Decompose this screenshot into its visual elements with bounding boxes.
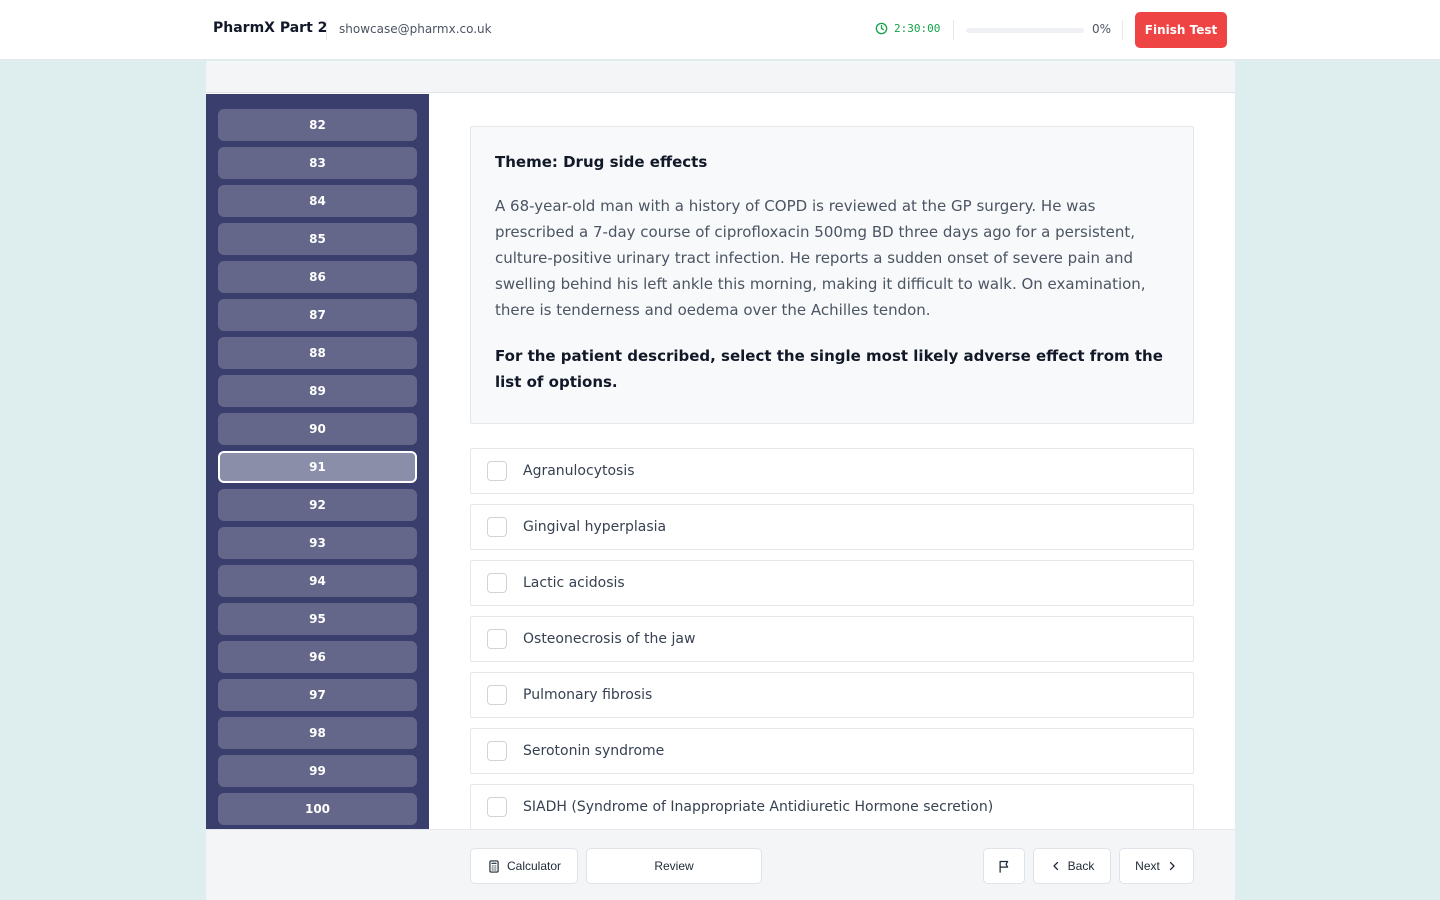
progress-text: 0% (1092, 22, 1112, 36)
frame-top-strip (206, 61, 1235, 93)
progress-bar (966, 28, 1084, 33)
answer-checkbox[interactable] (487, 741, 507, 761)
answer-option-label: Pulmonary fibrosis (523, 687, 653, 703)
question-nav-button[interactable]: 92 (218, 489, 417, 521)
answer-option[interactable]: Pulmonary fibrosis (470, 672, 1194, 718)
flag-icon (997, 859, 1012, 874)
review-button[interactable]: Review (586, 848, 762, 884)
question-stem: A 68-year-old man with a history of COPD… (495, 197, 1146, 319)
question-nav-button[interactable]: 93 (218, 527, 417, 559)
answer-option[interactable]: SIADH (Syndrome of Inappropriate Antidiu… (470, 784, 1194, 829)
question-nav-button[interactable]: 90 (218, 413, 417, 445)
question-nav-button[interactable]: 83 (218, 147, 417, 179)
header-divider (326, 20, 327, 40)
question-nav-button[interactable]: 89 (218, 375, 417, 407)
calculator-icon (487, 859, 501, 874)
user-email: showcase@pharmx.co.uk (339, 22, 492, 36)
question-nav-button[interactable]: 96 (218, 641, 417, 673)
next-label: Next (1135, 859, 1160, 873)
question-nav-button-current[interactable]: 91 (218, 451, 417, 483)
back-button[interactable]: Back (1033, 848, 1111, 884)
top-bar: PharmX Part 2 showcase@pharmx.co.uk 2:30… (0, 0, 1440, 60)
question-instruction: For the patient described, select the si… (495, 347, 1163, 391)
review-label: Review (654, 859, 694, 873)
answer-option-label: Lactic acidosis (523, 575, 625, 591)
question-card: Theme: Drug side effects A 68-year-old m… (470, 126, 1194, 424)
answer-checkbox[interactable] (487, 797, 507, 817)
next-button[interactable]: Next (1119, 848, 1194, 884)
answer-option[interactable]: Agranulocytosis (470, 448, 1194, 494)
question-nav-button[interactable]: 88 (218, 337, 417, 369)
question-nav-button[interactable]: 97 (218, 679, 417, 711)
answer-option[interactable]: Lactic acidosis (470, 560, 1194, 606)
answer-option-label: Agranulocytosis (523, 463, 635, 479)
answer-checkbox[interactable] (487, 629, 507, 649)
timer: 2:30:00 (875, 22, 940, 35)
question-nav-button[interactable]: 100 (218, 793, 417, 825)
question-nav-button[interactable]: 98 (218, 717, 417, 749)
flag-button[interactable] (983, 848, 1025, 884)
answer-option[interactable]: Gingival hyperplasia (470, 504, 1194, 550)
chevron-right-icon (1166, 860, 1178, 872)
footer-toolbar: Calculator Review Back Next (206, 829, 1235, 900)
answer-option-label: SIADH (Syndrome of Inappropriate Antidiu… (523, 799, 994, 815)
timer-value: 2:30:00 (894, 22, 941, 35)
question-nav-button[interactable]: 84 (218, 185, 417, 217)
question-navigator[interactable]: 82 83 84 85 86 87 88 89 90 91 92 93 94 95 96 97 98 99 100 (206, 94, 429, 829)
answer-option-label: Serotonin syndrome (523, 743, 665, 759)
question-nav-button[interactable]: 87 (218, 299, 417, 331)
exam-frame: 82 83 84 85 86 87 88 89 90 91 92 93 94 95 96 97 98 99 100 … (206, 61, 1235, 900)
question-theme: Theme: Drug side effects (495, 153, 708, 171)
answer-checkbox[interactable] (487, 685, 507, 705)
answer-checkbox[interactable] (487, 461, 507, 481)
chevron-left-icon (1050, 860, 1062, 872)
question-nav-button[interactable]: 99 (218, 755, 417, 787)
question-nav-button[interactable]: 86 (218, 261, 417, 293)
answer-checkbox[interactable] (487, 517, 507, 537)
question-nav-button[interactable]: 95 (218, 603, 417, 635)
answer-option-label: Gingival hyperplasia (523, 519, 667, 535)
calculator-label: Calculator (506, 859, 562, 873)
clock-icon (875, 22, 888, 35)
question-nav-button[interactable]: 94 (218, 565, 417, 597)
header-divider (953, 20, 954, 40)
answer-option[interactable]: Osteonecrosis of the jaw (470, 616, 1194, 662)
answer-options: Agranulocytosis Gingival hyperplasia Lacti… (470, 448, 1194, 829)
question-nav-button[interactable]: 85 (218, 223, 417, 255)
question-nav-button[interactable]: 82 (218, 109, 417, 141)
back-label: Back (1067, 859, 1095, 873)
calculator-button[interactable]: Calculator (470, 848, 578, 884)
answer-option[interactable]: Serotonin syndrome (470, 728, 1194, 774)
app-title: PharmX Part 2 (213, 20, 328, 36)
header-divider (1122, 20, 1123, 40)
question-area: Theme: Drug side effects A 68-year-old m… (470, 126, 1194, 829)
finish-test-button[interactable]: Finish Test (1135, 12, 1227, 48)
answer-checkbox[interactable] (487, 573, 507, 593)
answer-option-label: Osteonecrosis of the jaw (523, 631, 696, 647)
